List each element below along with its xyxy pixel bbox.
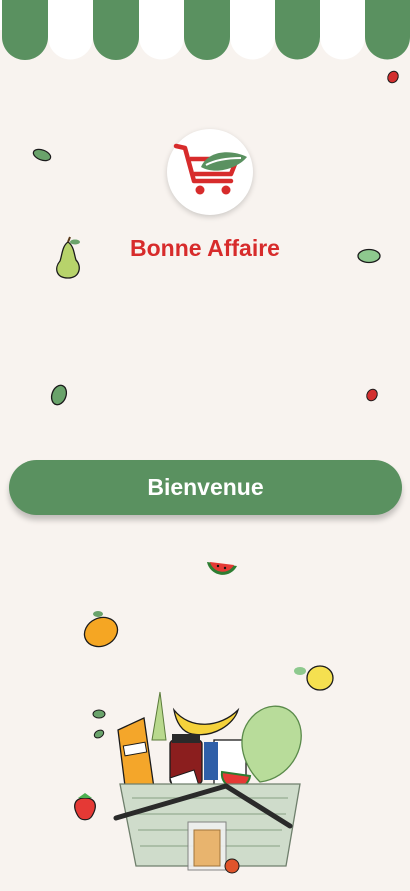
welcome-button[interactable]: Bienvenue: [9, 460, 402, 515]
cherry-icon: [366, 388, 378, 402]
leaf-icon: [32, 148, 52, 162]
shop-awning: [0, 0, 410, 60]
leaf-icon: [357, 248, 381, 264]
mango-icon: [83, 611, 119, 648]
strawberry-icon: [74, 793, 96, 821]
grocery-basket-illustration: [113, 691, 302, 874]
cherry-icon: [387, 70, 399, 84]
awning-scallops: [2, 0, 410, 60]
lemon-icon: [294, 665, 334, 691]
pear-icon: [56, 236, 80, 279]
shopping-cart-leaf-icon: [173, 143, 247, 195]
app-logo: [167, 129, 253, 215]
leaf-icon: [93, 729, 105, 739]
watermelon-slice-icon: [207, 562, 237, 575]
leaf-icon: [92, 709, 106, 719]
leaf-icon: [50, 384, 68, 406]
